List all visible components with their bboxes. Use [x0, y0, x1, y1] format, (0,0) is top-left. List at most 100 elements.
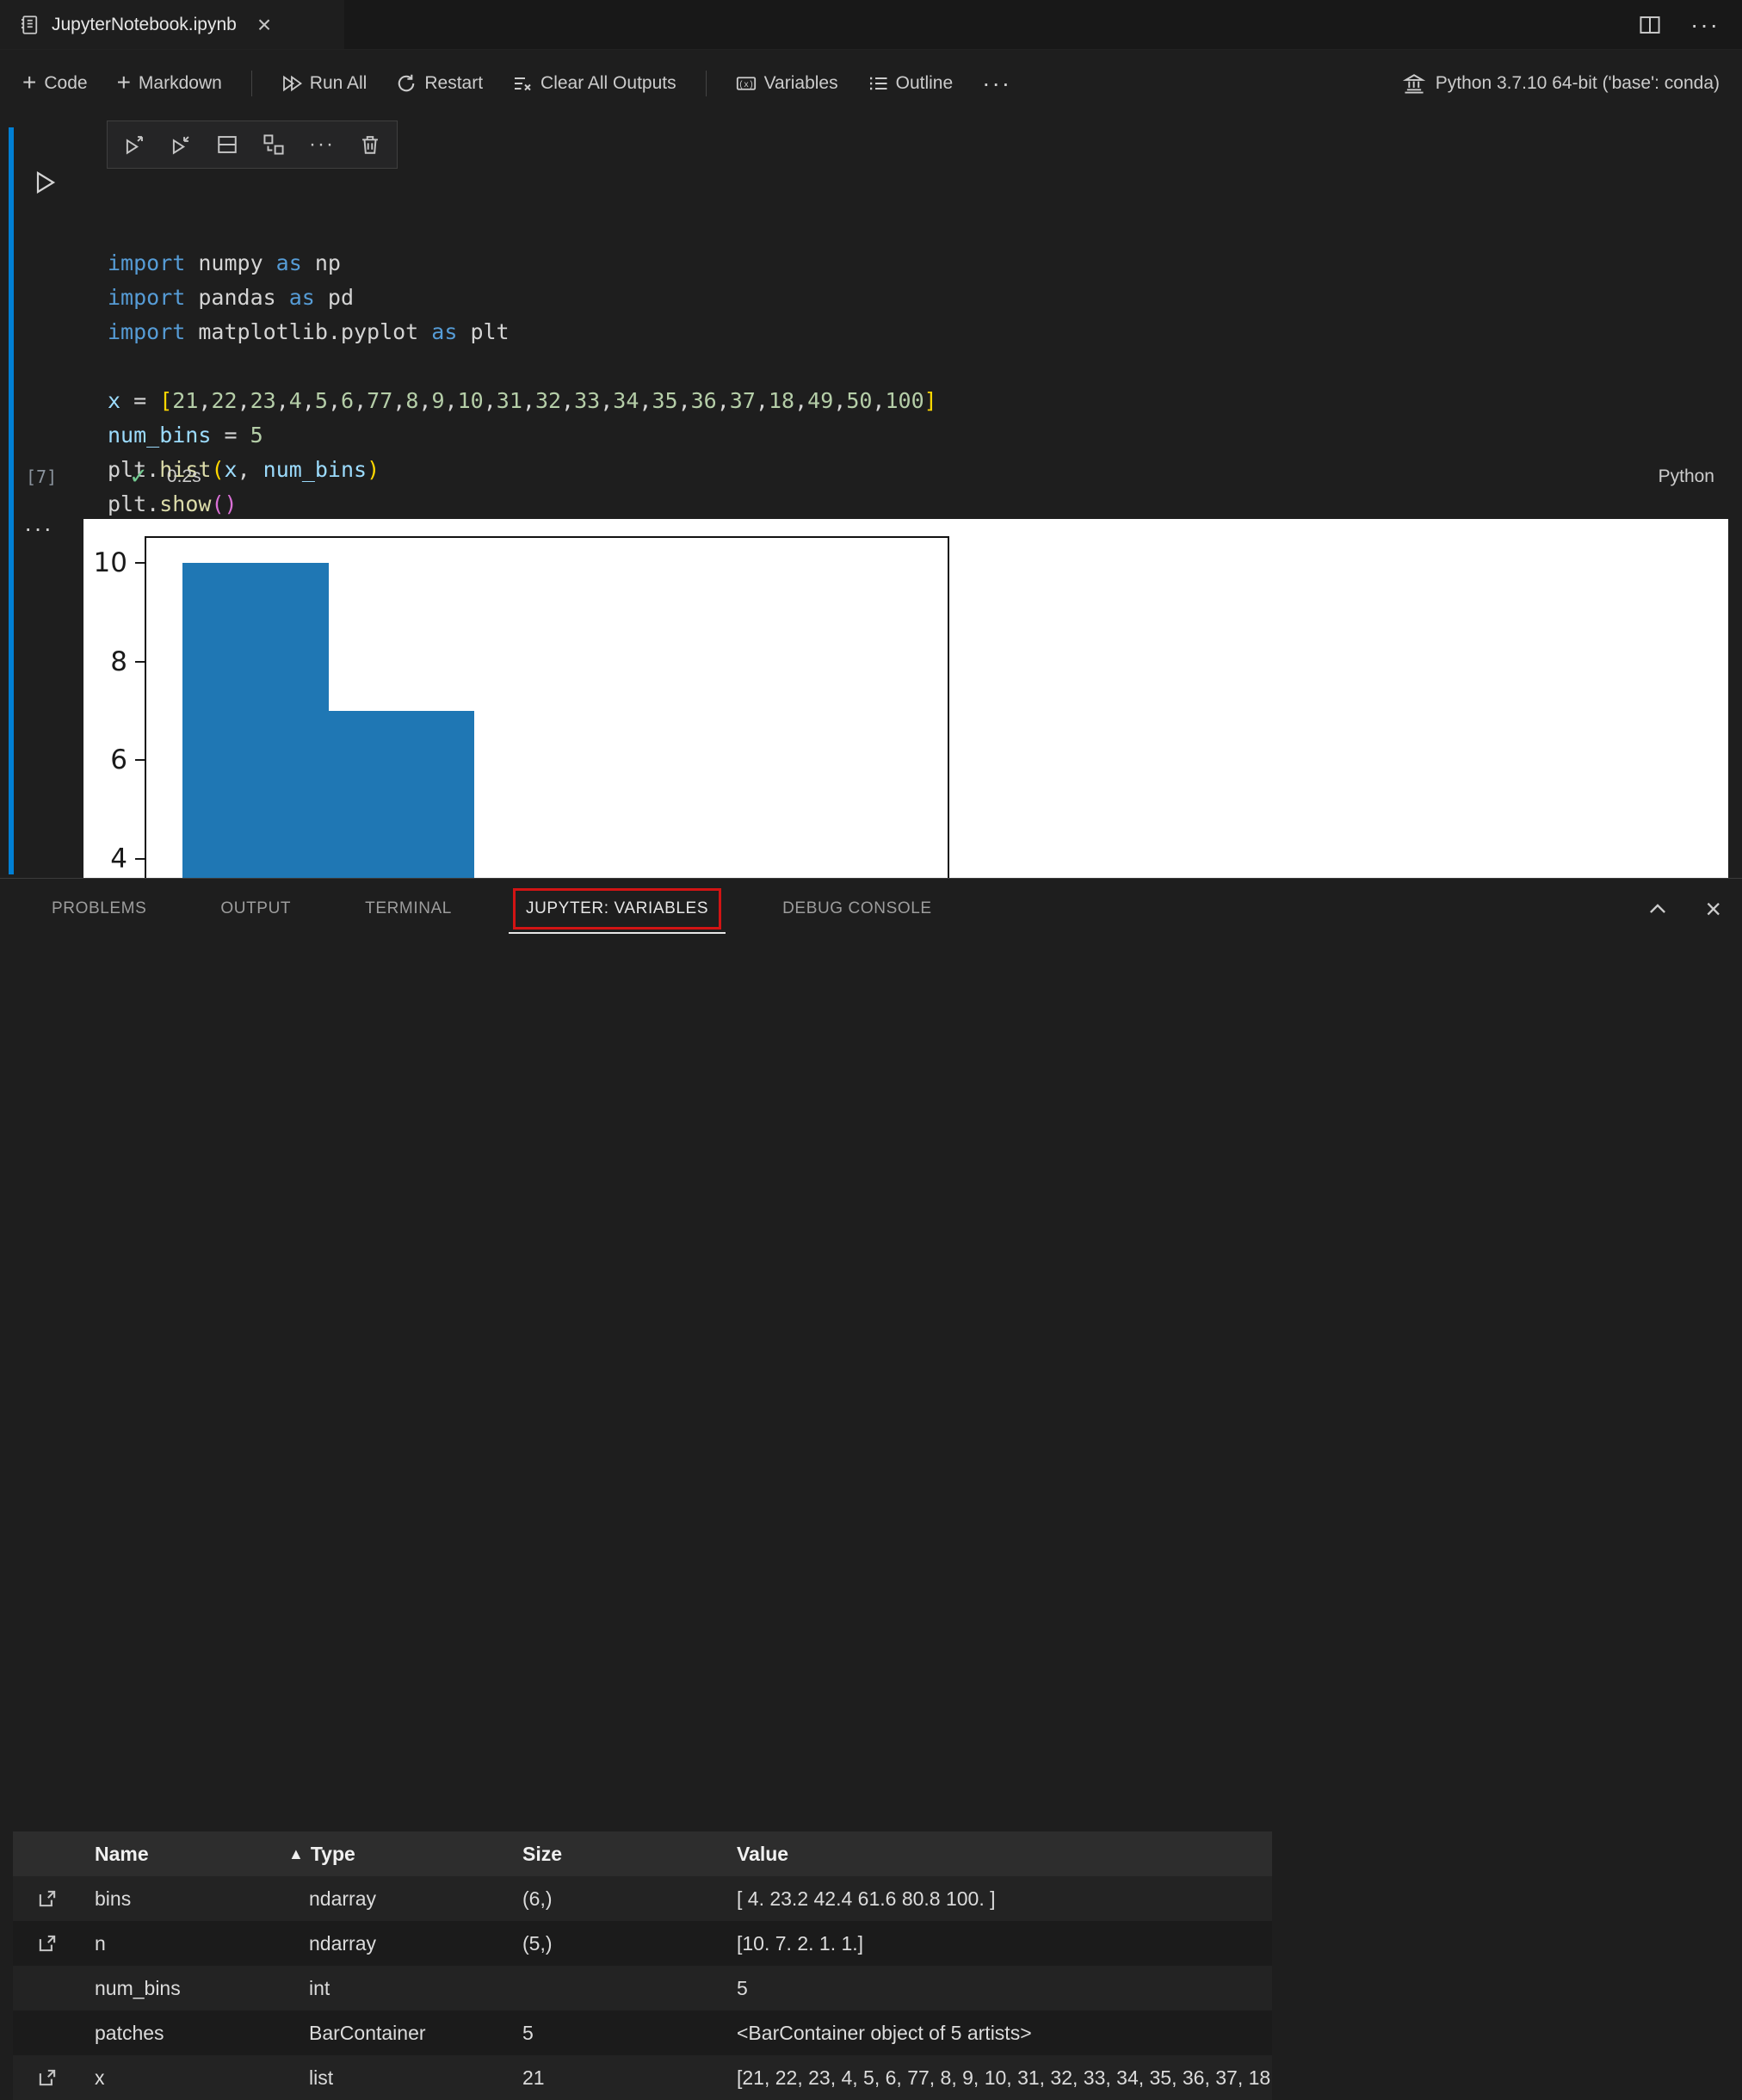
cell-output: 10 8 6 4 — [83, 519, 1728, 878]
clear-all-outputs-button[interactable]: Clear All Outputs — [512, 73, 676, 94]
code-line[interactable] — [108, 349, 1716, 384]
code-line[interactable]: num_bins = 5 — [108, 418, 1716, 453]
y-tick-label: 8 — [110, 645, 127, 677]
variable-value: [10. 7. 2. 1. 1.] — [737, 1931, 864, 1955]
merge-cells-icon[interactable] — [263, 133, 285, 156]
variables-table: Name ▲ Type Size Value bins ndarray (6,) [ … — [13, 1831, 1272, 2100]
editor-tab-bar: JupyterNotebook.ipynb × ··· — [0, 0, 1742, 50]
code-editor[interactable]: import numpy as np import pandas as pd imp… — [108, 177, 1716, 556]
notebook-file-icon — [19, 15, 40, 35]
run-cell-icon[interactable] — [31, 169, 59, 196]
open-data-viewer-icon[interactable] — [13, 2066, 82, 2089]
python-environment-icon — [1402, 72, 1425, 95]
variable-value: [21, 22, 23, 4, 5, 6, 77, 8, 9, 10, 31, … — [737, 2066, 1272, 2089]
split-cell-icon[interactable] — [216, 133, 238, 156]
open-data-viewer-icon[interactable] — [13, 1932, 82, 1955]
toolbar-more-actions-icon[interactable]: ··· — [982, 71, 1011, 96]
variables-rows: bins ndarray (6,) [ 4. 23.2 42.4 61.6 80.8 … — [13, 1876, 1272, 2100]
variable-size: 5 — [522, 2021, 534, 2044]
variable-type: list — [309, 2066, 334, 2089]
run-all-icon — [281, 73, 302, 94]
variable-type: ndarray — [309, 1887, 376, 1910]
code-lines: import numpy as np import pandas as pd imp… — [108, 246, 1716, 522]
variables-icon: (x) — [736, 73, 757, 94]
panel-tab-jupyter-variables[interactable]: JUPYTER: VARIABLES — [508, 879, 726, 939]
column-header-size[interactable]: Size — [510, 1843, 724, 1866]
y-tick: 4 — [110, 843, 145, 874]
column-header-name[interactable]: Name — [82, 1843, 288, 1866]
y-tick-label: 4 — [110, 843, 127, 875]
tab-title: JupyterNotebook.ipynb — [52, 14, 237, 34]
interpreter-status[interactable]: Python 3.7.10 64-bit ('base': conda) — [1402, 72, 1720, 95]
panel-tab-output[interactable]: OUTPUT — [207, 879, 304, 939]
output-options-icon[interactable]: ··· — [24, 516, 53, 540]
svg-text:(x): (x) — [738, 80, 754, 90]
variable-type: int — [309, 1976, 330, 1999]
variable-row-num_bins[interactable]: num_bins int 5 — [13, 1966, 1272, 2010]
run-all-label: Run All — [309, 73, 368, 93]
panel-close-icon[interactable]: × — [1705, 895, 1721, 923]
open-data-viewer-icon[interactable] — [13, 1887, 82, 1910]
bottom-panel: PROBLEMS OUTPUT TERMINAL JUPYTER: VARIABLES… — [0, 878, 1742, 2100]
variable-size: 21 — [522, 2066, 545, 2089]
panel-tab-terminal[interactable]: TERMINAL — [352, 879, 465, 939]
variable-row-patches[interactable]: patches BarContainer 5 <BarContainer object… — [13, 2010, 1272, 2055]
editor-more-actions-icon[interactable]: ··· — [1690, 12, 1720, 37]
add-markdown-cell-button[interactable]: + Markdown — [116, 68, 222, 96]
restart-label: Restart — [424, 73, 484, 93]
run-above-icon[interactable] — [123, 133, 145, 156]
execution-status: [7] ✓ 0.2s — [26, 463, 201, 490]
plus-icon: + — [22, 68, 37, 96]
cell-more-actions-icon[interactable]: ··· — [309, 134, 335, 155]
add-markdown-label: Markdown — [138, 73, 222, 93]
y-tick-label: 10 — [93, 547, 127, 578]
variable-size: (5,) — [522, 1931, 553, 1955]
success-check-icon: ✓ — [129, 463, 148, 489]
variables-table-header: Name ▲ Type Size Value — [13, 1831, 1272, 1876]
code-line[interactable]: import pandas as pd — [108, 281, 1716, 315]
variable-name: bins — [95, 1887, 132, 1910]
variable-name: n — [95, 1931, 106, 1955]
column-header-type[interactable]: ▲ Type — [288, 1843, 510, 1866]
sort-ascending-icon: ▲ — [288, 1844, 304, 1862]
outline-icon — [868, 73, 888, 94]
interpreter-label: Python 3.7.10 64-bit ('base': conda) — [1435, 73, 1720, 93]
histogram-bar — [182, 562, 329, 878]
split-editor-icon[interactable] — [1639, 14, 1661, 36]
clear-all-outputs-icon — [512, 73, 533, 94]
column-header-value[interactable]: Value — [724, 1843, 1272, 1866]
outline-label: Outline — [895, 73, 954, 93]
delete-cell-icon[interactable] — [359, 133, 381, 156]
run-all-button[interactable]: Run All — [281, 73, 368, 94]
code-line[interactable]: import matplotlib.pyplot as plt — [108, 315, 1716, 349]
cell-language-label[interactable]: Python — [1659, 466, 1714, 487]
tab-close-icon[interactable]: × — [257, 12, 271, 37]
y-tick: 6 — [110, 744, 145, 775]
code-line[interactable]: plt.show() — [108, 487, 1716, 522]
vscode-window: { "colors": { "accent_blue": "#007fd4", … — [0, 0, 1742, 2100]
panel-tabs: PROBLEMS OUTPUT TERMINAL JUPYTER: VARIABLES… — [0, 879, 1742, 939]
variable-name: num_bins — [95, 1976, 181, 1999]
outline-button[interactable]: Outline — [868, 73, 954, 94]
plus-icon: + — [116, 68, 131, 96]
editor-tab-notebook[interactable]: JupyterNotebook.ipynb × — [0, 0, 344, 49]
variable-name: patches — [95, 2021, 164, 2044]
code-line[interactable]: plt.hist(x, num_bins) — [108, 453, 1716, 487]
cell-toolbar: ··· — [107, 120, 398, 169]
variable-row-bins[interactable]: bins ndarray (6,) [ 4. 23.2 42.4 61.6 80.8 … — [13, 1876, 1272, 1921]
restart-button[interactable]: Restart — [396, 73, 483, 94]
panel-maximize-icon[interactable] — [1646, 898, 1669, 920]
code-line[interactable]: import numpy as np — [108, 246, 1716, 281]
variable-row-n[interactable]: n ndarray (5,) [10. 7. 2. 1. 1.] — [13, 1921, 1272, 1966]
panel-tab-debug-console[interactable]: DEBUG CONSOLE — [769, 879, 945, 939]
run-below-icon[interactable] — [170, 133, 192, 156]
panel-tab-problems[interactable]: PROBLEMS — [39, 879, 159, 939]
plot-area: 10 8 6 4 — [94, 536, 949, 878]
variables-button[interactable]: (x) Variables — [736, 73, 838, 94]
add-code-cell-button[interactable]: + Code — [22, 68, 88, 96]
code-line[interactable]: x = [21,22,23,4,5,6,77,8,9,10,31,32,33,3… — [108, 384, 1716, 418]
toolbar-divider — [250, 71, 252, 96]
variable-type: BarContainer — [309, 2021, 426, 2044]
toolbar-divider — [705, 71, 707, 96]
variable-row-x[interactable]: x list 21 [21, 22, 23, 4, 5, 6, 77, 8, 9, 1… — [13, 2055, 1272, 2100]
